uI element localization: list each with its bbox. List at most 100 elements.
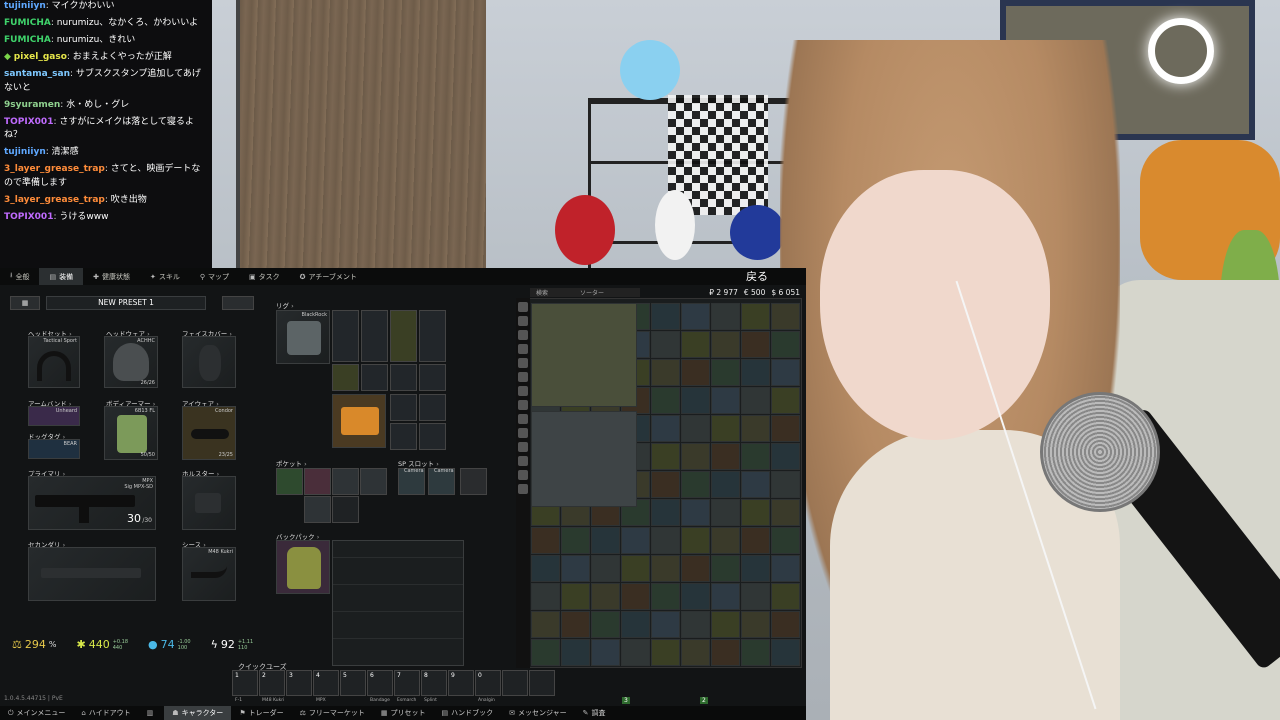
stash-cell[interactable] (591, 639, 620, 666)
stash-cell[interactable] (621, 527, 650, 554)
chat-username[interactable]: tujiniiyn (4, 147, 46, 157)
holster-slot[interactable] (182, 476, 236, 530)
dogtag-slot[interactable]: BEAR (28, 439, 80, 459)
stash-cell[interactable] (771, 331, 800, 358)
nav-preset[interactable]: ▦ プリセット (373, 708, 434, 718)
tool-icon[interactable] (518, 400, 528, 410)
chat-username[interactable]: FUMICHA (4, 35, 51, 45)
ammo-case-icon[interactable] (531, 411, 637, 507)
stash-cell[interactable] (771, 415, 800, 442)
stash-cell[interactable] (591, 527, 620, 554)
stash-cell[interactable] (621, 611, 650, 638)
chat-username[interactable]: santama_san (4, 69, 70, 79)
rig-cell[interactable] (390, 423, 417, 450)
tool-icon[interactable] (518, 344, 528, 354)
nav-survey[interactable]: ✎ 調査 (575, 708, 614, 718)
ammo-case-icon[interactable] (531, 303, 637, 407)
tool-icon[interactable] (518, 358, 528, 368)
secondary-weapon-slot[interactable] (28, 547, 156, 601)
pocket-cell[interactable] (360, 468, 387, 495)
chat-username[interactable]: TOPIX001 (4, 212, 53, 222)
nav-menu[interactable]: ⏻ メインメニュー (0, 708, 73, 718)
stash-cell[interactable] (711, 471, 740, 498)
stash-cell[interactable] (711, 331, 740, 358)
stash-cell[interactable] (771, 359, 800, 386)
bodyarmor-slot[interactable]: 6B13 FL 50/50 (104, 406, 158, 460)
nav-market[interactable]: ⚖ フリーマーケット (292, 708, 373, 718)
stash-cell[interactable] (651, 303, 680, 330)
stash-cell[interactable] (621, 639, 650, 666)
rig-cell[interactable] (361, 364, 388, 391)
stash-cell[interactable] (681, 555, 710, 582)
stash-cell[interactable] (741, 359, 770, 386)
stash-grid[interactable] (516, 298, 802, 668)
chat-username[interactable]: 3_layer_grease_trap (4, 195, 105, 205)
stash-cell[interactable] (741, 527, 770, 554)
backpack-container[interactable] (332, 540, 464, 666)
pocket-cell[interactable] (332, 468, 359, 495)
stash-search-field[interactable]: 検索 ソーター (530, 288, 640, 297)
tool-icon[interactable] (518, 372, 528, 382)
stash-cell[interactable] (771, 555, 800, 582)
pocket-cell[interactable] (304, 496, 331, 523)
preset-name-field[interactable]: NEW PRESET 1 (46, 296, 206, 310)
rig-cell[interactable] (332, 310, 359, 362)
stash-cell[interactable] (651, 359, 680, 386)
tab-gear[interactable]: ▤ 装備 (39, 268, 84, 285)
stash-cell[interactable] (771, 443, 800, 470)
stash-cell[interactable] (711, 639, 740, 666)
stash-cell[interactable] (711, 611, 740, 638)
stash-cell[interactable] (651, 415, 680, 442)
rig-cell[interactable] (332, 364, 359, 391)
headwear-slot[interactable]: ACHHC 26/26 (104, 336, 158, 388)
nav-handbook[interactable]: ▤ ハンドブック (434, 708, 502, 718)
stash-cell[interactable] (771, 611, 800, 638)
stash-cell[interactable] (741, 583, 770, 610)
tool-icon[interactable] (518, 386, 528, 396)
stash-cell[interactable] (681, 499, 710, 526)
rig-cell[interactable] (419, 423, 446, 450)
rig-cell[interactable] (361, 310, 388, 362)
stash-cell[interactable] (771, 471, 800, 498)
rig-pouch-item[interactable] (332, 394, 386, 448)
tab-achievement[interactable]: ✪ アチーブメント (290, 268, 367, 285)
quick-slot[interactable]: 4 MPX (313, 670, 339, 703)
stash-cell[interactable] (651, 471, 680, 498)
stash-cell[interactable] (771, 499, 800, 526)
backpack-slot[interactable] (276, 540, 330, 594)
tool-icon[interactable] (518, 456, 528, 466)
stash-cell[interactable] (681, 583, 710, 610)
quick-slot[interactable]: 5 (340, 670, 366, 696)
stash-cell[interactable] (771, 639, 800, 666)
stash-cell[interactable] (651, 331, 680, 358)
chat-username[interactable]: 3_layer_grease_trap (4, 164, 105, 174)
quick-slot[interactable] (502, 670, 528, 696)
stash-cell[interactable] (561, 639, 590, 666)
rig-cell[interactable] (390, 364, 417, 391)
rig-cell[interactable] (419, 394, 446, 421)
stash-cell[interactable] (531, 583, 560, 610)
rig-cell[interactable] (419, 310, 446, 362)
quick-slot[interactable]: 6 Bandage (367, 670, 393, 703)
stash-cell[interactable] (771, 303, 800, 330)
pocket-cell[interactable] (332, 496, 359, 523)
armband-slot[interactable]: Unheard (28, 406, 80, 426)
sheath-slot[interactable]: M48 Kukri (182, 547, 236, 601)
save-preset-button[interactable] (222, 296, 254, 310)
stash-cell[interactable] (711, 555, 740, 582)
tab-download[interactable]: ⭳ 全般 (0, 268, 39, 285)
stash-cell[interactable] (741, 611, 770, 638)
tool-icon[interactable] (518, 442, 528, 452)
stash-cell[interactable] (651, 387, 680, 414)
quick-slot[interactable]: 7 Esmarch (394, 670, 420, 703)
nav-messenger[interactable]: ✉ メッセンジャー (501, 708, 575, 718)
chat-username[interactable]: tujiniiyn (4, 1, 46, 11)
stash-cell[interactable] (531, 639, 560, 666)
stash-cell[interactable] (561, 583, 590, 610)
stash-cell[interactable] (561, 611, 590, 638)
stash-cell[interactable] (711, 527, 740, 554)
stash-cell[interactable] (681, 359, 710, 386)
chat-username[interactable]: FUMICHA (4, 18, 51, 28)
stash-cell[interactable] (591, 611, 620, 638)
stash-cell[interactable] (711, 415, 740, 442)
